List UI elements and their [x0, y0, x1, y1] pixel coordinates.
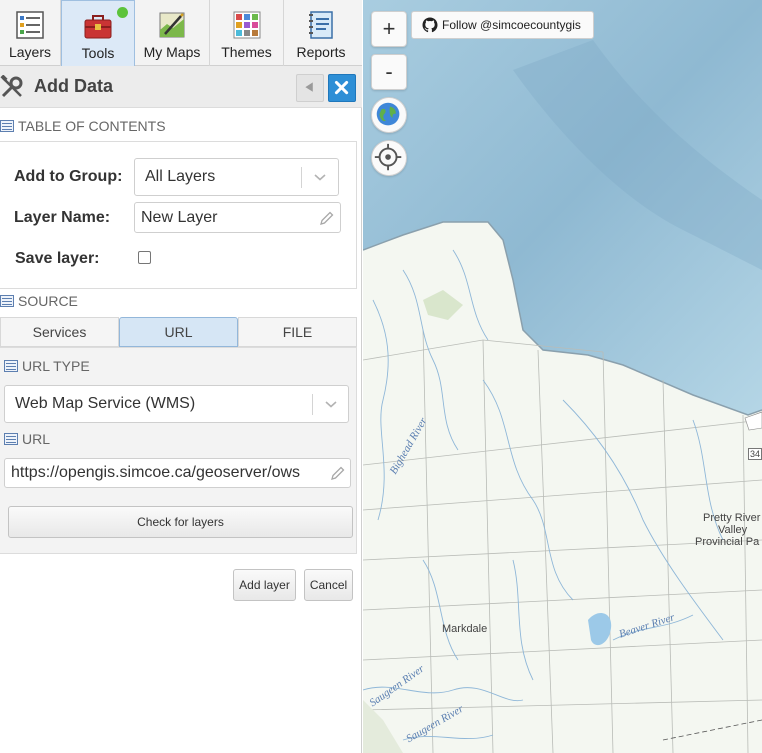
zoom-out-label: -	[385, 59, 393, 84]
full-extent-button[interactable]	[371, 97, 407, 133]
select-separator	[312, 394, 313, 415]
status-dot	[117, 7, 128, 18]
park-label-line1: Pretty River	[703, 512, 761, 524]
park-label-line2: Valley	[718, 524, 748, 536]
url-type-header-label: URL TYPE	[22, 358, 90, 374]
layer-name-input[interactable]: New Layer	[134, 202, 341, 233]
layers-icon	[16, 11, 44, 39]
app-root: Layers Tools My Maps Themes Reports Add …	[0, 0, 762, 753]
check-for-layers-button[interactable]: Check for layers	[8, 506, 353, 538]
panel-title-bar: Add Data	[0, 66, 362, 108]
themes-icon	[233, 11, 260, 39]
add-to-group-value: All Layers	[145, 168, 216, 185]
layer-name-value: New Layer	[141, 209, 218, 226]
pencil-icon	[331, 466, 345, 480]
route-shield: 34	[748, 448, 762, 460]
main-nav: Layers Tools My Maps Themes Reports	[0, 0, 362, 66]
park-label-line3: Provincial Pa	[695, 536, 760, 548]
close-icon	[334, 80, 349, 95]
toc-form: Add to Group: All Layers Layer Name: New…	[0, 141, 357, 289]
save-layer-label: Save layer:	[15, 250, 100, 267]
source-header: SOURCE	[0, 292, 78, 310]
tab-themes[interactable]: Themes	[210, 0, 284, 66]
chevron-down-icon	[314, 174, 326, 181]
cancel-button[interactable]: Cancel	[304, 569, 353, 601]
add-to-group-select[interactable]: All Layers	[134, 158, 339, 196]
add-layer-button[interactable]: Add layer	[233, 569, 296, 601]
zoom-out-button[interactable]: -	[371, 54, 407, 90]
save-layer-checkbox[interactable]	[138, 251, 151, 264]
url-type-header: URL TYPE	[4, 357, 90, 375]
url-input[interactable]: https://opengis.simcoe.ca/geoserver/ows	[4, 458, 351, 488]
tab-url[interactable]: URL	[119, 317, 238, 347]
chevron-down-icon	[325, 401, 337, 408]
reports-icon	[309, 11, 333, 39]
list-icon	[0, 120, 14, 132]
tab-tools[interactable]: Tools	[61, 0, 135, 66]
tab-label: Layers	[8, 44, 52, 60]
back-button[interactable]	[296, 74, 324, 102]
add-to-group-label: Add to Group:	[14, 168, 123, 185]
map-view[interactable]: + - Follow @simcoecountygis Markdale Pre…	[363, 0, 762, 753]
tab-reports[interactable]: Reports	[284, 0, 358, 66]
url-header-label: URL	[22, 431, 51, 447]
triangle-left-icon	[305, 82, 313, 92]
zoom-in-label: +	[382, 16, 396, 41]
pencil-icon	[320, 211, 334, 225]
url-value: https://opengis.simcoe.ca/geoserver/ows	[11, 464, 301, 481]
globe-icon	[376, 102, 400, 126]
toc-header-label: TABLE OF CONTENTS	[18, 118, 166, 134]
source-url-form: URL TYPE Web Map Service (WMS) URL https…	[0, 347, 357, 554]
tab-services[interactable]: Services	[0, 317, 119, 347]
toc-header: TABLE OF CONTENTS	[0, 117, 166, 135]
layer-name-label: Layer Name:	[14, 209, 111, 226]
my-maps-icon	[159, 12, 185, 38]
url-type-value: Web Map Service (WMS)	[15, 395, 196, 412]
toolbox-icon	[84, 15, 112, 39]
source-header-label: SOURCE	[18, 293, 78, 309]
zoom-in-button[interactable]: +	[371, 11, 407, 47]
list-icon	[4, 360, 18, 372]
url-header: URL	[4, 430, 50, 448]
tab-label: Themes	[221, 44, 272, 60]
select-separator	[301, 167, 302, 188]
locate-button[interactable]	[371, 140, 407, 176]
tab-label: My Maps	[143, 44, 201, 60]
tab-my-maps[interactable]: My Maps	[135, 0, 210, 66]
github-icon	[422, 17, 438, 33]
town-label: Markdale	[442, 623, 488, 635]
list-icon	[0, 295, 14, 307]
tab-label: Tools	[81, 45, 115, 61]
tools-wrench-icon	[0, 75, 23, 98]
list-icon	[4, 433, 18, 445]
github-follow-button[interactable]: Follow @simcoecountygis	[411, 11, 594, 39]
github-follow-label: Follow @simcoecountygis	[442, 18, 581, 32]
tab-label: Reports	[296, 44, 346, 60]
tab-file[interactable]: FILE	[238, 317, 357, 347]
close-button[interactable]	[328, 74, 356, 102]
tab-layers[interactable]: Layers	[0, 0, 61, 66]
crosshair-icon	[374, 143, 402, 171]
source-tabs: Services URL FILE	[0, 317, 357, 347]
side-panel: Layers Tools My Maps Themes Reports Add …	[0, 0, 362, 753]
panel-title: Add Data	[34, 76, 114, 96]
map-canvas	[363, 0, 762, 753]
url-type-select[interactable]: Web Map Service (WMS)	[4, 385, 349, 423]
